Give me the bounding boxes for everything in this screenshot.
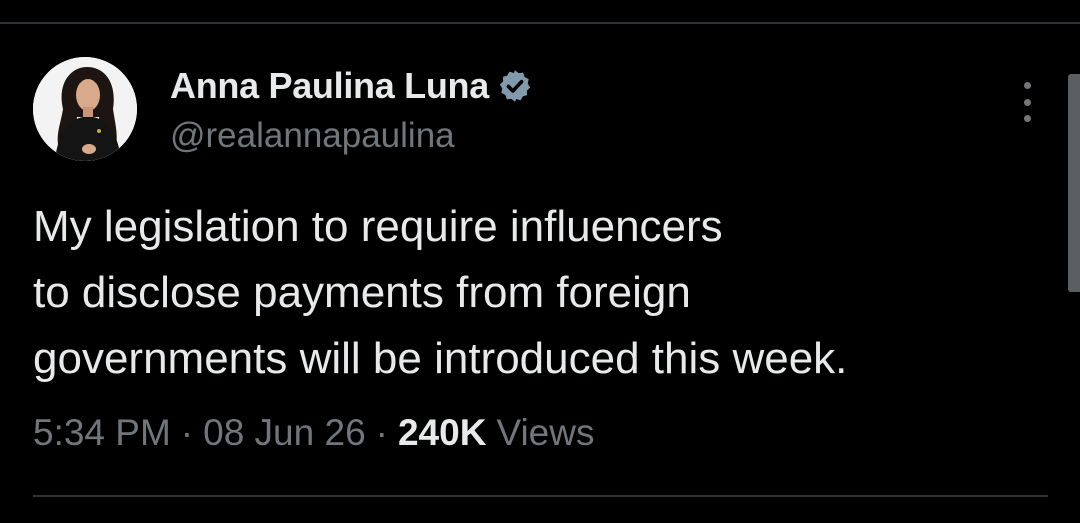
tweet-date[interactable]: 08 Jun 26 (203, 412, 366, 454)
tweet-text-line: My legislation to require influencers (33, 202, 723, 251)
tweet-text-line: to disclose payments from foreign (33, 268, 691, 317)
tweet-meta: 5:34 PM · 08 Jun 26 · 240K Views (33, 412, 594, 454)
tweet-text: My legislation to require influencers to… (33, 194, 1033, 392)
author-name-row[interactable]: Anna Paulina Luna (170, 64, 533, 108)
tweet-text-line: governments will be introduced this week… (33, 334, 848, 383)
views-label[interactable]: Views (496, 412, 594, 454)
bottom-divider (33, 495, 1048, 497)
scrollbar[interactable] (1068, 74, 1080, 292)
views-count[interactable]: 240K (398, 412, 486, 454)
meta-separator: · (375, 412, 388, 453)
avatar[interactable] (33, 57, 137, 161)
verified-badge-icon (497, 68, 533, 104)
more-options-button[interactable] (1012, 82, 1042, 122)
more-vertical-icon (1023, 82, 1031, 89)
tweet-time[interactable]: 5:34 PM (33, 412, 171, 454)
author-name[interactable]: Anna Paulina Luna (170, 65, 489, 107)
meta-separator: · (180, 412, 194, 453)
author-handle[interactable]: @realannapaulina (170, 116, 455, 156)
tweet[interactable]: Anna Paulina Luna @realannapaulina My le… (0, 24, 1080, 523)
